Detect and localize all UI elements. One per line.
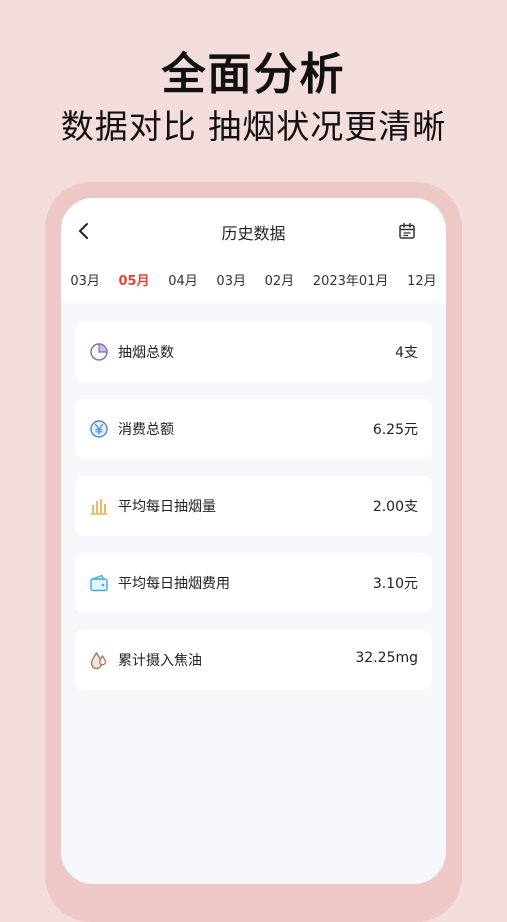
stat-card-total-count: 抽烟总数 4支	[75, 322, 432, 382]
phone-frame: 历史数据 03月 05月 04月 03月 02月 2023年01月 12月 抽烟…	[45, 182, 462, 922]
pie-chart-icon	[90, 343, 108, 361]
bar-chart-icon	[90, 499, 108, 515]
stat-card-total-spend: 消费总额 6.25元	[75, 399, 432, 459]
tab-month[interactable]: 02月	[265, 270, 295, 289]
stat-label: 抽烟总数	[118, 345, 174, 361]
page-title: 历史数据	[221, 224, 286, 243]
stat-card-tar-intake: 累计摄入焦油 32.25mg	[75, 630, 432, 690]
stat-label: 消费总额	[118, 422, 174, 438]
month-tabs: 03月 05月 04月 03月 02月 2023年01月 12月	[61, 268, 446, 290]
stat-value: 2.00支	[372, 499, 418, 515]
promo-title: 全面分析	[161, 49, 346, 100]
tab-month[interactable]: 03月	[70, 270, 100, 289]
wallet-icon	[90, 574, 108, 592]
promo-subtitle: 数据对比 抽烟状况更清晰	[60, 107, 447, 146]
stat-label: 累计摄入焦油	[118, 653, 202, 669]
stat-value: 32.25mg	[355, 650, 418, 666]
stat-card-daily-average: 平均每日抽烟量 2.00支	[75, 476, 432, 536]
stat-card-daily-cost: 平均每日抽烟费用 3.10元	[75, 553, 432, 613]
tab-month-active[interactable]: 05月	[119, 270, 150, 289]
stat-value: 3.10元	[372, 576, 418, 592]
tab-month[interactable]: 04月	[168, 270, 198, 289]
droplet-icon	[90, 651, 107, 670]
tab-month[interactable]: 2023年01月	[313, 270, 389, 289]
stat-label: 平均每日抽烟费用	[118, 576, 230, 592]
stat-label: 平均每日抽烟量	[118, 499, 216, 515]
stat-value: 4支	[395, 345, 418, 361]
app-screen: 历史数据 03月 05月 04月 03月 02月 2023年01月 12月 抽烟…	[61, 198, 446, 884]
stat-value: 6.25元	[372, 422, 418, 438]
top-bar: 历史数据 03月 05月 04月 03月 02月 2023年01月 12月	[61, 198, 446, 303]
tab-month[interactable]: 03月	[216, 270, 246, 289]
tab-month[interactable]: 12月	[407, 270, 437, 289]
calendar-icon[interactable]	[398, 222, 416, 240]
yen-coin-icon	[90, 420, 108, 438]
